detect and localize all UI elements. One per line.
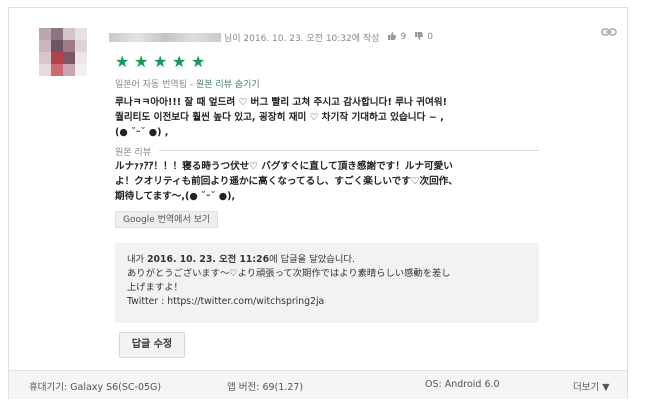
dislikes-count: 0 xyxy=(427,32,433,42)
reply-line: Twitter : https://twitter.com/witchsprin… xyxy=(127,296,325,307)
hide-original-link[interactable]: 원본 리뷰 숨기기 xyxy=(196,80,260,90)
auto-translated-label: 일본어 자동 번역됨 - xyxy=(115,80,194,90)
reply-header-suffix: 에 답글을 달았습니다. xyxy=(269,254,355,265)
original-review-text: ルナｧｧｱｱ！！！寝る時うつ伏せ♡ バグすぐに直して頂き感謝です！ルナ可愛い よ… xyxy=(115,159,555,204)
edit-reply-button[interactable]: 답글 수정 xyxy=(119,332,185,358)
translated-review-text: 루나ㅋㅋ아아!!! 잘 때 엎드려 ♡ 버그 빨리 고쳐 주시고 감사합니다! … xyxy=(115,95,555,140)
device-info: 휴대기기: Galaxy S6(SC-05G) xyxy=(29,382,162,393)
os-version: OS: Android 6.0 xyxy=(425,379,500,390)
app-version: 앱 버전: 69(1.27) xyxy=(227,382,304,393)
divider xyxy=(159,150,539,151)
review-line: 루나ㅋㅋ아아!!! 잘 때 엎드려 ♡ 버그 빨리 고쳐 주시고 감사합니다! … xyxy=(115,97,448,108)
reply-header-prefix: 내가 xyxy=(127,254,148,265)
star-icon: ★ xyxy=(115,52,130,71)
reviewer-name xyxy=(109,32,221,42)
original-review-label: 원본 리뷰 xyxy=(115,148,151,158)
reply-header: 내가 2016. 10. 23. 오전 11:26에 답글을 달았습니다. xyxy=(127,253,527,267)
thumbs-down-icon[interactable] xyxy=(414,31,424,44)
link-icon[interactable] xyxy=(601,26,617,38)
star-rating: ★ ★ ★ ★ ★ xyxy=(115,52,206,71)
review-line: (● ˘ᵕ˘ ●) , xyxy=(115,127,169,138)
avatar xyxy=(39,28,87,76)
review-card: 님이 2016. 10. 23. 오전 10:32에 작성 9 0 ★ ★ ★ … xyxy=(8,7,628,399)
star-icon: ★ xyxy=(172,52,187,71)
developer-reply: 내가 2016. 10. 23. 오전 11:26에 답글을 달았습니다. あり… xyxy=(115,243,539,323)
google-translate-button[interactable]: Google 번역에서 보기 xyxy=(115,211,219,228)
star-icon: ★ xyxy=(134,52,149,71)
translation-notice: 일본어 자동 번역됨 - 원본 리뷰 숨기기 xyxy=(115,77,260,90)
likes-count: 9 xyxy=(400,32,407,42)
reply-date: 2016. 10. 23. 오전 11:26 xyxy=(147,254,270,265)
review-line: 퀄리티도 이전보다 훨씬 높다 있고, 굉장히 재미 ♡ 차기작 기대하고 있습… xyxy=(115,112,444,123)
reply-line: 上げますよ！ xyxy=(127,282,183,293)
review-line: ルナｧｧｱｱ！！！寝る時うつ伏せ♡ バグすぐに直して頂き感謝です！ルナ可愛い xyxy=(115,161,453,172)
thumbs-up-icon[interactable] xyxy=(387,31,397,44)
review-line: よ！クオリティも前回より遥かに高くなってるし、すごく楽しいです♡次回作、 xyxy=(115,176,458,187)
reply-line: ありがとうございます～♡より頑張って次期作ではより素晴らしい感動を差し xyxy=(127,268,451,279)
review-line: 期待してます～,(● ˘ᵕ˘ ●), xyxy=(115,191,236,202)
star-icon: ★ xyxy=(153,52,168,71)
review-date: 님이 2016. 10. 23. 오전 10:32에 작성 xyxy=(224,33,380,44)
review-meta: 님이 2016. 10. 23. 오전 10:32에 작성 9 0 xyxy=(109,30,433,44)
more-button[interactable]: 더보기 ▼ xyxy=(573,379,610,393)
device-info-footer: 휴대기기: Galaxy S6(SC-05G) 앱 버전: 69(1.27) O… xyxy=(9,370,627,399)
star-icon: ★ xyxy=(191,52,206,71)
